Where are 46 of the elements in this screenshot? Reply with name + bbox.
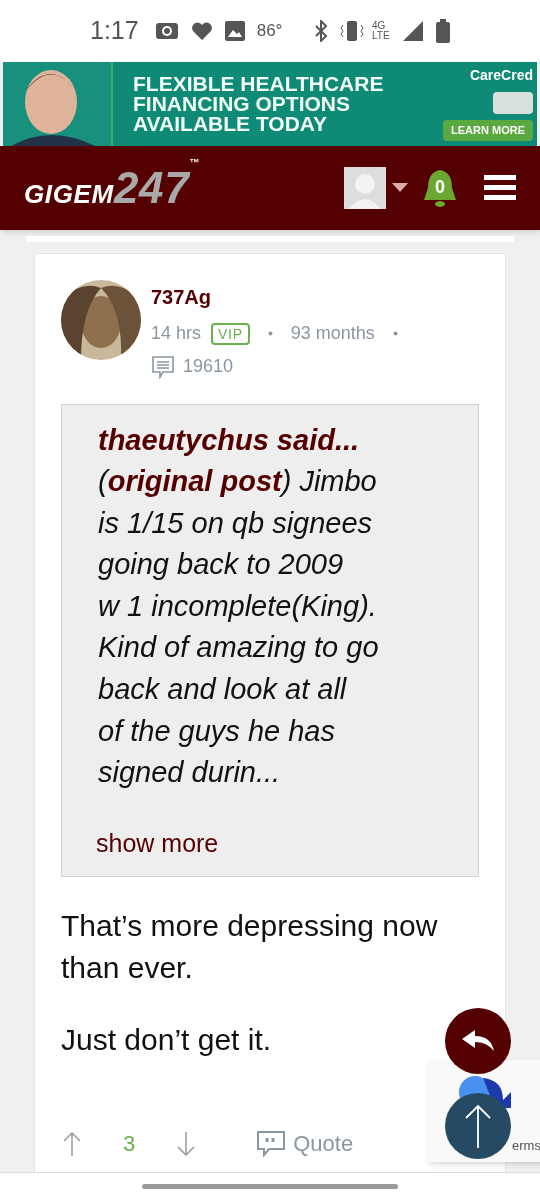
post-text: Just don’t get it. — [61, 1022, 273, 1058]
ad-banner[interactable]: FLEXIBLE HEALTHCARE FINANCING OPTIONS AVAILABLE TODAY CareCred LEARN MORE — [3, 62, 537, 146]
temperature: 86° — [256, 20, 283, 43]
signal-icon — [402, 20, 424, 42]
upvote-icon[interactable] — [63, 1130, 81, 1157]
quote-icon — [257, 1130, 286, 1157]
dot-separator — [267, 331, 273, 336]
member-tenure: 93 months — [290, 322, 375, 345]
vip-badge: VIP — [211, 322, 250, 345]
show-more-link[interactable]: show more — [96, 824, 470, 862]
card-icon — [493, 92, 533, 114]
ad-headline: FLEXIBLE HEALTHCARE — [133, 74, 384, 94]
comment-icon — [151, 354, 175, 379]
heart-icon — [190, 21, 213, 41]
caret-icon[interactable] — [392, 183, 408, 193]
clock: 1:17 — [90, 15, 139, 47]
quote-text: signed durin... — [98, 755, 282, 791]
logo[interactable]: GIGEM247™ — [24, 155, 200, 221]
ad-headline: FINANCING OPTIONS — [133, 94, 351, 114]
dot-separator — [392, 331, 398, 336]
quote-text: Kind of amazing to go — [98, 630, 380, 666]
vote-count: 3 — [123, 1130, 136, 1158]
post-count: 19610 — [183, 355, 234, 378]
reply-icon — [461, 1029, 495, 1053]
quote-text: w 1 incomplete(King). — [98, 588, 378, 624]
camera-icon — [154, 21, 179, 41]
post-time: 14 hrs — [151, 322, 202, 345]
author-name[interactable]: 737Ag — [151, 282, 406, 312]
menu-icon[interactable] — [484, 174, 516, 202]
arrow-up-icon — [464, 1104, 492, 1148]
quote-text: (original post) Jimbo — [98, 464, 378, 499]
image-icon — [224, 21, 245, 41]
quote-text: is 1/15 on qb signees — [98, 505, 374, 541]
downvote-icon[interactable] — [177, 1130, 196, 1157]
ad-brand: CareCred — [469, 66, 533, 85]
post-text: That’s more depressing now than ever. — [61, 908, 439, 986]
terms-link[interactable]: erms — [512, 1136, 540, 1156]
quote-text: going back to 2009 — [98, 547, 345, 583]
ad-headline: AVAILABLE TODAY — [133, 114, 329, 134]
quote-text: of the guys he has — [98, 713, 336, 749]
bluetooth-icon — [314, 20, 328, 42]
network-type: 4G LTE — [372, 21, 391, 41]
quote-text: back and look at all — [98, 671, 348, 707]
vibrate-icon — [340, 20, 364, 42]
quote-author[interactable]: thaeutychus said... — [98, 419, 470, 461]
battery-icon — [436, 19, 450, 43]
